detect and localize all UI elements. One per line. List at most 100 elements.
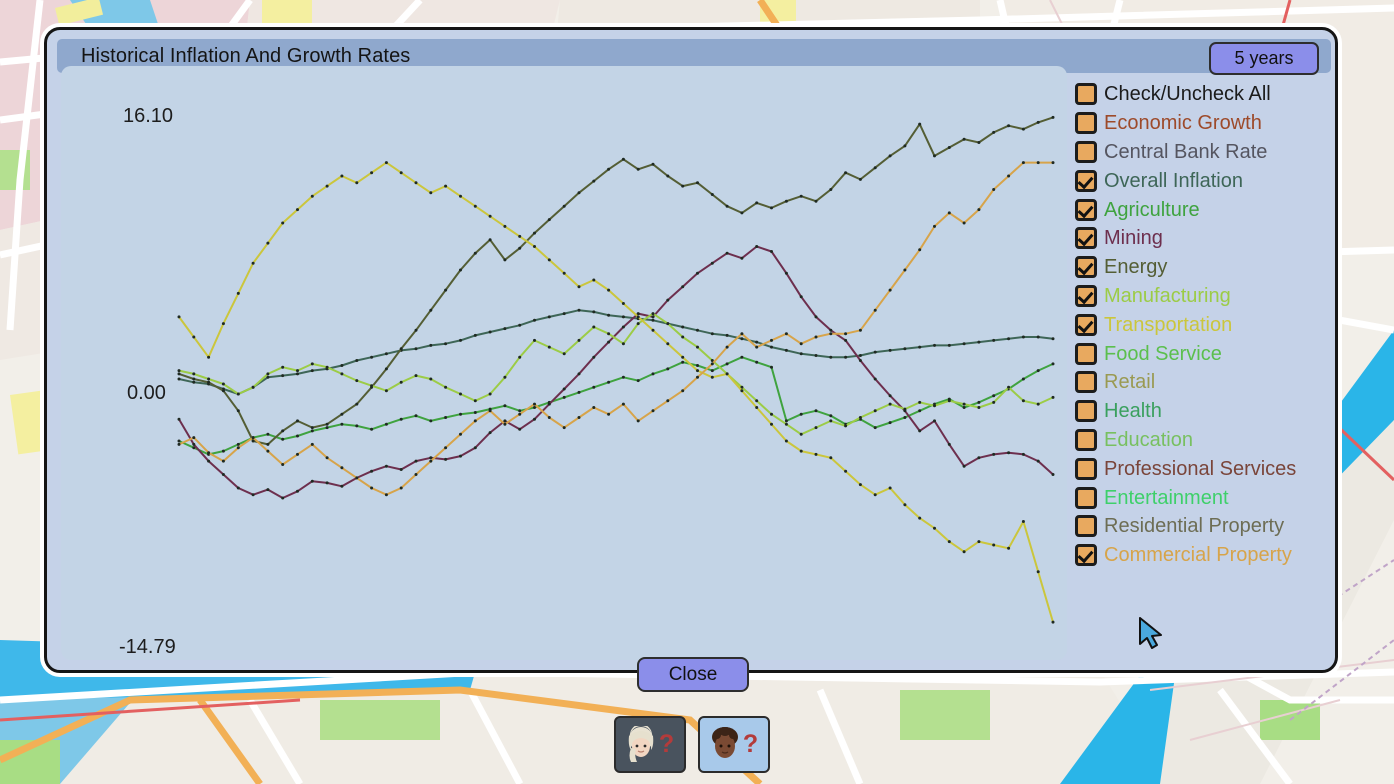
- line-chart-svg: [61, 66, 1067, 660]
- legend-item-education[interactable]: Education: [1075, 426, 1331, 455]
- legend-item-economic-growth[interactable]: Economic Growth: [1075, 109, 1331, 138]
- series-point: [400, 487, 403, 490]
- series-point: [252, 493, 255, 496]
- series-point: [1022, 161, 1025, 164]
- series-point: [637, 419, 640, 422]
- series-point: [607, 381, 610, 384]
- series-point: [1037, 121, 1040, 124]
- checkbox-icon[interactable]: [1075, 487, 1097, 509]
- legend-item-entertainment[interactable]: Entertainment: [1075, 483, 1331, 512]
- legend-item-energy[interactable]: Energy: [1075, 253, 1331, 282]
- series-point: [266, 376, 269, 379]
- series-point: [1052, 621, 1055, 624]
- series-point: [340, 364, 343, 367]
- checkbox-icon[interactable]: [1075, 544, 1097, 566]
- series-point: [607, 341, 610, 344]
- series-point: [696, 369, 699, 372]
- series-point: [1022, 453, 1025, 456]
- legend-item-mining[interactable]: Mining: [1075, 224, 1331, 253]
- checkbox-icon[interactable]: [1075, 515, 1097, 537]
- series-point: [222, 322, 225, 325]
- series-point: [385, 389, 388, 392]
- series-point: [1037, 336, 1040, 339]
- checkbox-icon[interactable]: [1075, 141, 1097, 163]
- series-point: [459, 269, 462, 272]
- legend-item-commercial-property[interactable]: Commercial Property: [1075, 541, 1331, 570]
- series-point: [429, 378, 432, 381]
- series-point: [622, 376, 625, 379]
- series-point: [844, 424, 847, 427]
- series-point: [696, 346, 699, 349]
- series-point: [755, 361, 758, 364]
- series-point: [859, 359, 862, 362]
- series-point: [533, 418, 536, 421]
- series-point: [192, 378, 195, 381]
- legend-item-transportation[interactable]: Transportation: [1075, 310, 1331, 339]
- checkbox-icon[interactable]: [1075, 256, 1097, 278]
- legend-item-professional-services[interactable]: Professional Services: [1075, 454, 1331, 483]
- series-point: [429, 460, 432, 463]
- checkbox-icon[interactable]: [1075, 227, 1097, 249]
- checkbox-icon[interactable]: [1075, 458, 1097, 480]
- series-point: [622, 158, 625, 161]
- series-point: [948, 443, 951, 446]
- series-point: [1052, 161, 1055, 164]
- legend-item-check-uncheck-all[interactable]: Check/Uncheck All: [1075, 80, 1331, 109]
- series-point: [770, 250, 773, 253]
- series-point: [607, 289, 610, 292]
- series-point: [800, 295, 803, 298]
- series-point: [548, 315, 551, 318]
- checkbox-icon[interactable]: [1075, 314, 1097, 336]
- series-point: [489, 215, 492, 218]
- series-point: [296, 369, 299, 372]
- series-point: [474, 334, 477, 337]
- series-point: [503, 225, 506, 228]
- checkbox-icon[interactable]: [1075, 83, 1097, 105]
- legend-item-central-bank-rate[interactable]: Central Bank Rate: [1075, 138, 1331, 167]
- series-point: [829, 329, 832, 332]
- checkbox-icon[interactable]: [1075, 170, 1097, 192]
- checkbox-icon[interactable]: [1075, 112, 1097, 134]
- timespan-button[interactable]: 5 years: [1209, 42, 1319, 75]
- legend-item-agriculture[interactable]: Agriculture: [1075, 195, 1331, 224]
- series-point: [592, 180, 595, 183]
- series-point: [740, 332, 743, 335]
- series-point: [637, 315, 640, 318]
- checkbox-icon[interactable]: [1075, 429, 1097, 451]
- checkbox-icon[interactable]: [1075, 371, 1097, 393]
- checkbox-icon[interactable]: [1075, 199, 1097, 221]
- series-point: [237, 446, 240, 449]
- series-point: [829, 332, 832, 335]
- series-point: [400, 381, 403, 384]
- legend-item-health[interactable]: Health: [1075, 397, 1331, 426]
- legend-item-manufacturing[interactable]: Manufacturing: [1075, 282, 1331, 311]
- series-point: [533, 339, 536, 342]
- series-point: [400, 468, 403, 471]
- series-point: [726, 252, 729, 255]
- series-point: [918, 409, 921, 412]
- series-point: [533, 319, 536, 322]
- series-point: [444, 289, 447, 292]
- legend-item-residential-property[interactable]: Residential Property: [1075, 512, 1331, 541]
- close-button[interactable]: Close: [637, 657, 749, 692]
- series-point: [607, 314, 610, 317]
- character-portrait-2[interactable]: ?: [698, 716, 770, 773]
- legend-item-food-service[interactable]: Food Service: [1075, 339, 1331, 368]
- series-point: [340, 175, 343, 178]
- legend-item-overall-inflation[interactable]: Overall Inflation: [1075, 166, 1331, 195]
- series-point: [326, 366, 329, 369]
- series-point: [889, 154, 892, 157]
- character-portrait-1[interactable]: ?: [614, 716, 686, 773]
- series-point: [948, 146, 951, 149]
- series-point: [1007, 386, 1010, 389]
- series-point: [1022, 399, 1025, 402]
- series-point: [355, 476, 358, 479]
- checkbox-icon[interactable]: [1075, 285, 1097, 307]
- series-point: [622, 403, 625, 406]
- checkbox-icon[interactable]: [1075, 343, 1097, 365]
- legend-item-label: Education: [1104, 430, 1193, 450]
- series-point: [355, 424, 358, 427]
- legend-item-retail[interactable]: Retail: [1075, 368, 1331, 397]
- checkbox-icon[interactable]: [1075, 400, 1097, 422]
- series-point: [844, 171, 847, 174]
